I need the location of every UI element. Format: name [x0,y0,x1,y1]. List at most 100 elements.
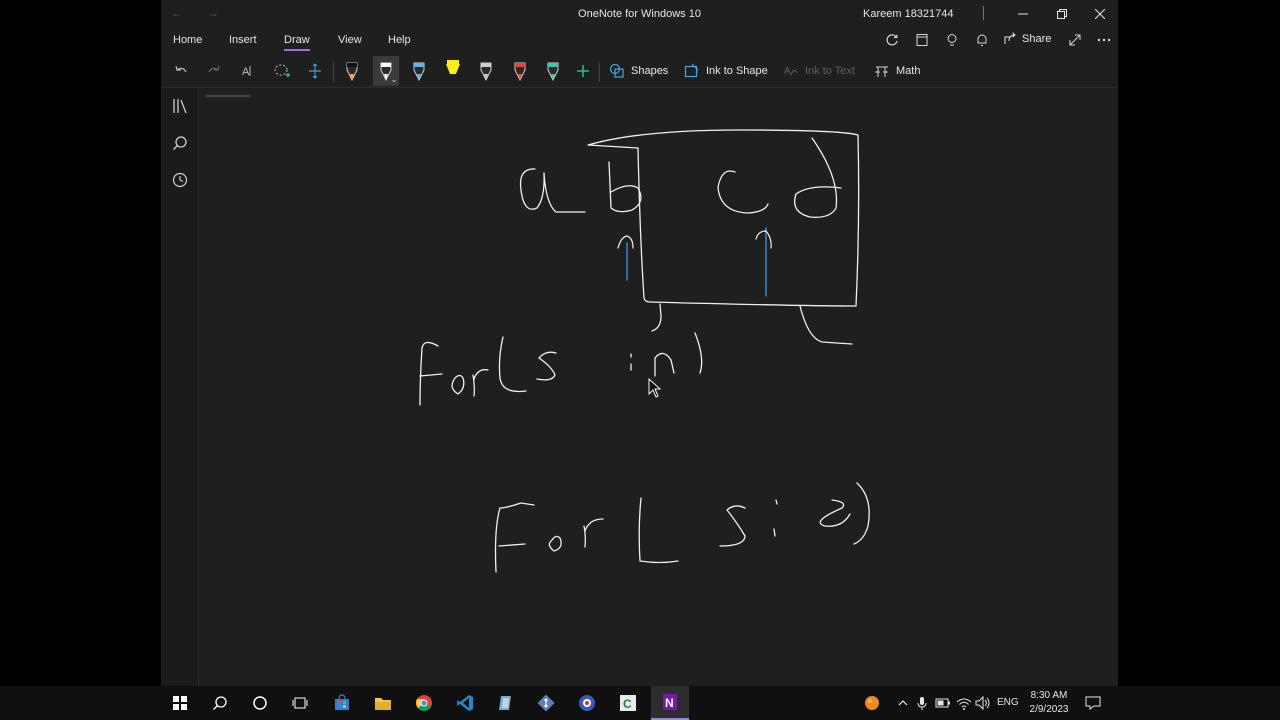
draw-toolbar: A Shapes Ink to Shape A Ink to Text Math [161,52,1118,88]
note-canvas[interactable] [200,88,1118,686]
ink-to-text-icon: A [784,66,798,77]
pen-red-icon[interactable] [507,56,533,86]
share-icon [1004,32,1016,44]
language-indicator[interactable]: ENG [997,697,1019,708]
pen-options-chevron-icon[interactable]: ⌄ [391,75,398,84]
chrome-icon[interactable] [412,691,436,715]
ink-paren-open [498,336,527,393]
onenote-window: ← → OneNote for Windows 10 Kareem 183217… [161,0,1118,686]
notebooks-icon[interactable] [170,96,190,116]
shapes-button[interactable]: Shapes [609,62,668,80]
lasso-select-icon[interactable] [272,60,292,82]
recent-notes-icon[interactable] [170,170,190,190]
pen-gray-icon[interactable] [473,56,499,86]
shapes-label: Shapes [631,65,669,77]
share-button[interactable]: Share [1004,32,1051,45]
volume-icon[interactable] [975,695,991,711]
pen-white-selected-icon[interactable]: ⌄ [372,56,399,86]
toolbar-divider [333,62,334,82]
shapes-icon [609,63,624,78]
fullscreen-icon[interactable] [1066,32,1084,48]
tab-help[interactable]: Help [388,34,411,46]
store-icon[interactable] [330,691,354,715]
tab-insert[interactable]: Insert [229,34,257,46]
share-label: Share [1022,32,1052,45]
title-divider [983,6,984,20]
undo-icon[interactable] [171,60,191,82]
app-icon[interactable] [493,691,517,715]
ink-drawing [205,95,870,573]
pen-black-icon[interactable] [339,56,365,86]
microphone-icon[interactable] [914,695,930,711]
wifi-icon[interactable] [956,695,972,711]
ink-to-shape-icon [684,63,699,78]
screen-recorder-icon[interactable] [575,691,599,715]
math-button[interactable]: Math [874,62,920,80]
notebook-icon[interactable] [913,32,931,48]
tab-draw[interactable]: Draw [284,34,310,51]
lightbulb-icon[interactable] [943,32,961,48]
task-view-icon[interactable] [288,691,312,715]
ink-letter-r [583,518,604,548]
orange-app-icon[interactable] [864,695,880,711]
ink-letter-a [519,168,586,213]
type-select-icon[interactable]: A [238,60,258,82]
pen-blue-icon[interactable] [406,56,432,86]
search-icon[interactable] [170,133,190,153]
ink-arrowhead [617,235,634,249]
clock-date: 2/9/2023 [1029,704,1069,715]
svg-text:A: A [242,66,250,78]
system-clock[interactable]: 8:30 AM 2/9/2023 [1024,689,1074,717]
sync-icon[interactable] [883,32,901,48]
terminal-app-icon[interactable]: C [616,691,640,715]
add-space-icon[interactable] [305,60,325,82]
tab-view[interactable]: View [338,34,362,46]
window-title: OneNote for Windows 10 [578,8,701,20]
ink-paren-close [853,482,870,545]
ink-to-text-label: Ink to Text [805,65,855,77]
start-icon[interactable] [168,691,192,715]
ink-stroke [799,305,853,345]
ink-to-shape-button[interactable]: Ink to Shape [684,62,768,80]
ink-letter-b [608,161,642,213]
title-bar: ← → OneNote for Windows 10 Kareem 183217… [161,0,1118,28]
ink-to-text-button[interactable]: A Ink to Text [783,62,855,80]
more-options-icon[interactable] [1095,32,1113,48]
ink-to-shape-label: Ink to Shape [706,65,768,77]
ink-paren-open [638,497,679,564]
chevron-up-icon[interactable] [895,695,911,711]
redo-icon[interactable] [204,60,224,82]
mouse-cursor-icon [648,377,662,398]
pen-teal-icon[interactable] [540,56,566,86]
git-icon[interactable] [534,691,558,715]
math-icon [875,66,888,77]
add-pen-icon[interactable] [573,60,593,82]
bell-icon[interactable] [973,32,991,48]
notifications-icon[interactable] [1085,695,1101,711]
svg-text:N: N [665,696,674,710]
ink-letter-r [472,369,489,397]
minimize-icon[interactable] [1008,4,1038,24]
vscode-icon[interactable] [453,691,477,715]
windows-taskbar: C N ENG 8:30 AM 2/9/2023 [0,686,1280,720]
ink-word-for [419,341,443,406]
toolbar-divider [599,62,600,82]
battery-icon[interactable] [935,695,951,711]
onenote-taskbar-icon[interactable]: N [651,686,689,720]
restore-icon[interactable] [1047,4,1077,24]
ink-paren-close [694,332,703,374]
highlighter-yellow-icon[interactable] [440,56,466,86]
user-account[interactable]: Kareem 18321744 [863,8,954,20]
svg-text:C: C [623,697,632,711]
ink-letter-c [717,170,769,214]
cortana-icon[interactable] [248,691,272,715]
ink-box [587,129,860,307]
ink-letter-o [451,374,465,395]
ink-letter-d [793,137,842,218]
tab-home[interactable]: Home [173,34,202,46]
search-icon[interactable] [208,691,232,715]
file-explorer-icon[interactable] [371,691,395,715]
close-icon[interactable] [1085,4,1115,24]
ink-stroke [651,303,662,332]
ink-letter-e [819,499,851,527]
